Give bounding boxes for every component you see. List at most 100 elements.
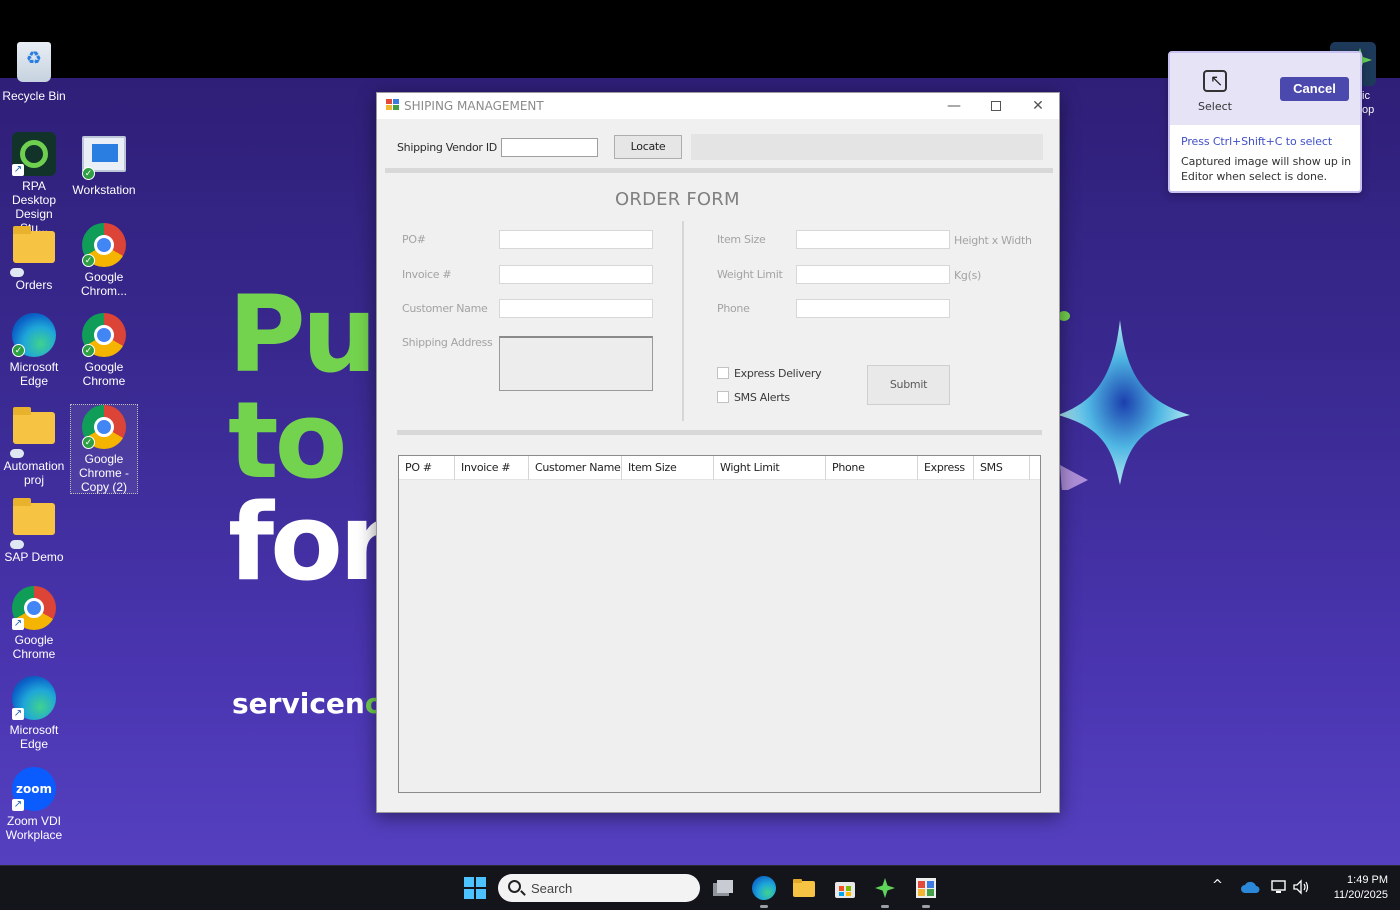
- grid-column-weight-limit[interactable]: Wight Limit: [714, 456, 826, 480]
- shipping-vendor-id-input[interactable]: [501, 138, 598, 157]
- volume-icon[interactable]: [1292, 878, 1310, 896]
- app-icon: [386, 99, 399, 111]
- shipping-app-taskbar-icon[interactable]: [914, 876, 938, 908]
- folder-icon: [10, 407, 56, 458]
- item-size-hint: Height x Width: [954, 234, 1032, 247]
- select-label[interactable]: Select: [1170, 100, 1260, 113]
- search-placeholder: Search: [531, 881, 573, 896]
- chrome-icon: ✓: [82, 313, 126, 357]
- desktop-icon-rpa-desktop[interactable]: ↗ RPA Desktop Design Stu...: [0, 132, 68, 235]
- shipping-management-window: SHIPING MANAGEMENT — ✕ Shipping Vendor I…: [376, 92, 1060, 813]
- submit-button[interactable]: Submit: [867, 365, 950, 405]
- desktop-icon-label: Google Chrom...: [80, 270, 127, 298]
- desktop-icon-label: Recycle Bin: [2, 89, 66, 103]
- zoom-icon: zoom ↗: [12, 767, 56, 811]
- sparkle-taskbar-icon[interactable]: [873, 876, 897, 908]
- system-clock[interactable]: 1:49 PM 11/20/2025: [1318, 873, 1388, 903]
- desktop-icon-google-chrome-2[interactable]: ✓ Google Chrome: [70, 313, 138, 388]
- weight-limit-input[interactable]: [796, 265, 950, 284]
- desktop-icon-label: Workstation: [72, 183, 136, 197]
- desktop-icon-sap-demo[interactable]: SAP Demo: [0, 495, 68, 564]
- network-icon[interactable]: [1270, 878, 1288, 896]
- grid-column-phone[interactable]: Phone: [826, 456, 918, 480]
- shipping-address-textarea[interactable]: [499, 336, 653, 391]
- maximize-button[interactable]: [975, 93, 1017, 119]
- windows-start-icon[interactable]: [463, 876, 487, 900]
- wallpaper-text-line1: Pu: [228, 273, 377, 396]
- clock-time: 1:49 PM: [1347, 874, 1388, 886]
- grid-column-sms[interactable]: SMS: [974, 456, 1030, 480]
- item-size-input[interactable]: [796, 230, 950, 249]
- form-column-divider: [682, 221, 684, 421]
- taskbar-search-box[interactable]: Search: [498, 874, 700, 902]
- desktop-icon-google-chrome-3[interactable]: ↗ Google Chrome: [0, 586, 68, 661]
- customer-name-input[interactable]: [499, 299, 653, 318]
- onedrive-cloud-icon[interactable]: [1240, 880, 1260, 894]
- desktop-icon-workstation[interactable]: ✓ Workstation: [70, 132, 138, 197]
- phone-label: Phone: [717, 302, 750, 315]
- orders-grid[interactable]: PO # Invoice # Customer Name Item Size W…: [398, 455, 1041, 793]
- desktop-icon-orders[interactable]: Orders: [0, 223, 68, 292]
- grid-column-item-size[interactable]: Item Size: [622, 456, 714, 480]
- locate-button[interactable]: Locate: [614, 135, 682, 159]
- grid-column-customer-name[interactable]: Customer Name: [529, 456, 622, 480]
- folder-icon: [10, 226, 56, 277]
- clock-date: 11/20/2025: [1333, 889, 1388, 901]
- grid-column-express[interactable]: Express: [918, 456, 974, 480]
- capture-select-popup: Select Cancel Press Ctrl+Shift+C to sele…: [1168, 51, 1362, 193]
- shortcut-hint: Press Ctrl+Shift+C to select: [1181, 135, 1333, 148]
- select-cursor-icon[interactable]: [1203, 70, 1227, 92]
- invoice-label: Invoice #: [402, 268, 452, 281]
- item-size-label: Item Size: [717, 233, 766, 246]
- popup-toolbar: Select Cancel: [1170, 53, 1360, 125]
- task-view-icon[interactable]: [711, 876, 735, 900]
- phone-input[interactable]: [796, 299, 950, 318]
- shipping-address-label: Shipping Address: [402, 336, 493, 349]
- edge-taskbar-icon[interactable]: [752, 876, 776, 908]
- po-input[interactable]: [499, 230, 653, 249]
- capture-description: Captured image will show up in Editor wh…: [1181, 155, 1352, 183]
- express-delivery-label: Express Delivery: [734, 367, 822, 380]
- customer-name-label: Customer Name: [402, 302, 488, 315]
- grid-column-po[interactable]: PO #: [399, 456, 455, 480]
- desktop-icon-microsoft-edge-2[interactable]: ↗ Microsoft Edge: [0, 676, 68, 751]
- desktop-icon-label: Microsoft Edge: [9, 360, 59, 388]
- desktop-icon-google-chrome-copy[interactable]: ✓ Google Chrome - Copy (2): [70, 404, 138, 494]
- invoice-input[interactable]: [499, 265, 653, 284]
- wallpaper-brand-text: servicen: [232, 687, 365, 720]
- desktop-icon-label: Automation proj: [3, 459, 65, 487]
- chrome-icon: ↗: [12, 586, 56, 630]
- taskbar: Search ^ 1:49 PM 11/20/2025: [0, 865, 1400, 910]
- desktop-icon-recycle-bin[interactable]: Recycle Bin: [0, 40, 68, 103]
- close-button[interactable]: ✕: [1017, 93, 1059, 119]
- desktop: Pu to v for servicenov icop Recycle Bin …: [0, 0, 1400, 865]
- recycle-bin-icon: [12, 42, 56, 86]
- cancel-button[interactable]: Cancel: [1280, 77, 1349, 101]
- chrome-icon: ✓: [82, 405, 126, 449]
- top-divider: [385, 168, 1053, 173]
- shipping-vendor-id-label: Shipping Vendor ID: [397, 141, 497, 154]
- desktop-icon-google-chrome-1[interactable]: ✓ Google Chrom...: [70, 223, 138, 298]
- weight-unit-label: Kg(s): [954, 269, 982, 282]
- desktop-icon-label: Google Chrome: [12, 633, 56, 661]
- po-label: PO#: [402, 233, 426, 246]
- desktop-icon-label: Orders: [15, 278, 53, 292]
- grid-column-invoice[interactable]: Invoice #: [455, 456, 529, 480]
- edge-icon: ✓: [12, 313, 56, 357]
- desktop-icon-automation-proj[interactable]: Automation proj: [0, 404, 68, 487]
- grid-header-row: PO # Invoice # Customer Name Item Size W…: [399, 456, 1040, 480]
- desktop-icon-microsoft-edge-1[interactable]: ✓ Microsoft Edge: [0, 313, 68, 388]
- sms-alerts-checkbox[interactable]: [717, 391, 729, 403]
- microsoft-store-icon[interactable]: [833, 876, 857, 900]
- search-icon: [508, 880, 521, 893]
- rpa-desktop-icon: ↗: [12, 132, 56, 176]
- wallpaper-text-line3: for: [228, 481, 391, 604]
- express-delivery-checkbox[interactable]: [717, 367, 729, 379]
- chevron-up-icon[interactable]: ^: [1212, 878, 1223, 893]
- desktop-icon-zoom-vdi[interactable]: zoom ↗ Zoom VDI Workplace: [0, 767, 68, 842]
- file-explorer-icon[interactable]: [792, 876, 816, 900]
- minimize-button[interactable]: —: [933, 93, 975, 119]
- window-titlebar[interactable]: SHIPING MANAGEMENT — ✕: [377, 93, 1059, 119]
- vendor-status-panel: [691, 134, 1043, 160]
- desktop-icon-label: Google Chrome: [82, 360, 126, 388]
